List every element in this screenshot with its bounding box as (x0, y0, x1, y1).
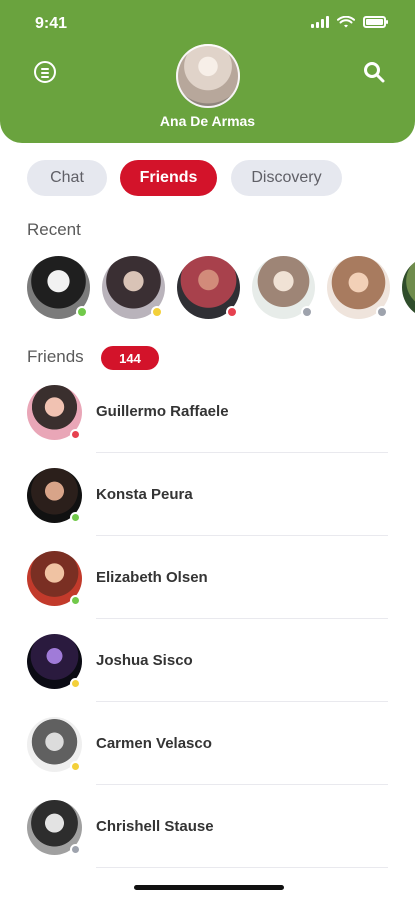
status-dot-away (151, 306, 163, 318)
home-indicator (134, 885, 284, 890)
friend-name: Elizabeth Olsen (96, 569, 208, 586)
recent-avatar[interactable] (102, 256, 165, 319)
status-dot-online (76, 306, 88, 318)
signal-icon (311, 16, 329, 28)
friend-name: Konsta Peura (96, 486, 193, 503)
friend-avatar[interactable] (27, 634, 82, 689)
status-dot-offline (70, 844, 81, 855)
recent-heading: Recent (27, 220, 81, 239)
friend-name: Joshua Sisco (96, 652, 193, 669)
recent-avatar[interactable] (177, 256, 240, 319)
divider (96, 535, 388, 536)
status-dot-busy (70, 429, 81, 440)
status-dot-busy (226, 306, 238, 318)
status-dot-offline (301, 306, 313, 318)
divider (96, 618, 388, 619)
divider (96, 701, 388, 702)
friend-avatar[interactable] (27, 468, 82, 523)
menu-icon (41, 68, 49, 70)
recent-avatar[interactable] (252, 256, 315, 319)
friend-avatar[interactable] (27, 800, 82, 855)
friend-name: Chrishell Stause (96, 818, 214, 835)
friend-list-item[interactable]: Chrishell Stause (0, 797, 415, 880)
status-bar: 9:41 (0, 0, 415, 50)
friend-name: Guillermo Raffaele (96, 403, 229, 420)
friend-list-item[interactable]: Guillermo Raffaele (0, 382, 415, 465)
friend-name: Carmen Velasco (96, 735, 212, 752)
tab-friends[interactable]: Friends (120, 160, 217, 196)
profile-avatar[interactable] (176, 44, 240, 108)
wifi-icon (337, 16, 355, 28)
recent-avatar[interactable] (27, 256, 90, 319)
status-dot-away (70, 678, 81, 689)
friend-list-item[interactable]: Elizabeth Olsen (0, 548, 415, 631)
tab-discovery[interactable]: Discovery (231, 160, 342, 196)
friend-list-item[interactable]: Carmen Velasco (0, 714, 415, 797)
friend-avatar[interactable] (27, 551, 82, 606)
divider (96, 452, 388, 453)
recent-avatar[interactable] (402, 256, 415, 319)
friend-list-item[interactable]: Joshua Sisco (0, 631, 415, 714)
status-dot-away (70, 761, 81, 772)
recent-avatar[interactable] (327, 256, 390, 319)
menu-button[interactable] (34, 61, 56, 83)
friends-list: Guillermo Raffaele Konsta Peura Elizabet… (0, 382, 415, 900)
friends-heading: Friends (27, 347, 84, 366)
status-icons (311, 16, 389, 28)
friend-avatar[interactable] (27, 385, 82, 440)
recent-avatars-row[interactable] (0, 256, 415, 326)
search-button[interactable] (363, 61, 385, 83)
status-dot-online (70, 512, 81, 523)
search-icon (364, 62, 385, 83)
battery-icon (363, 16, 388, 28)
friend-list-item[interactable]: Konsta Peura (0, 465, 415, 548)
divider (96, 784, 388, 785)
friends-count-badge: 144 (101, 346, 159, 370)
status-dot-online (70, 595, 81, 606)
friend-avatar[interactable] (27, 717, 82, 772)
tab-chat[interactable]: Chat (27, 160, 107, 196)
status-dot-offline (376, 306, 388, 318)
top-header: 9:41 Ana De Armas (0, 0, 415, 143)
divider (96, 867, 388, 868)
status-time: 9:41 (35, 15, 68, 32)
tab-bar: Chat Friends Discovery (0, 160, 415, 196)
profile-name: Ana De Armas (159, 113, 256, 129)
